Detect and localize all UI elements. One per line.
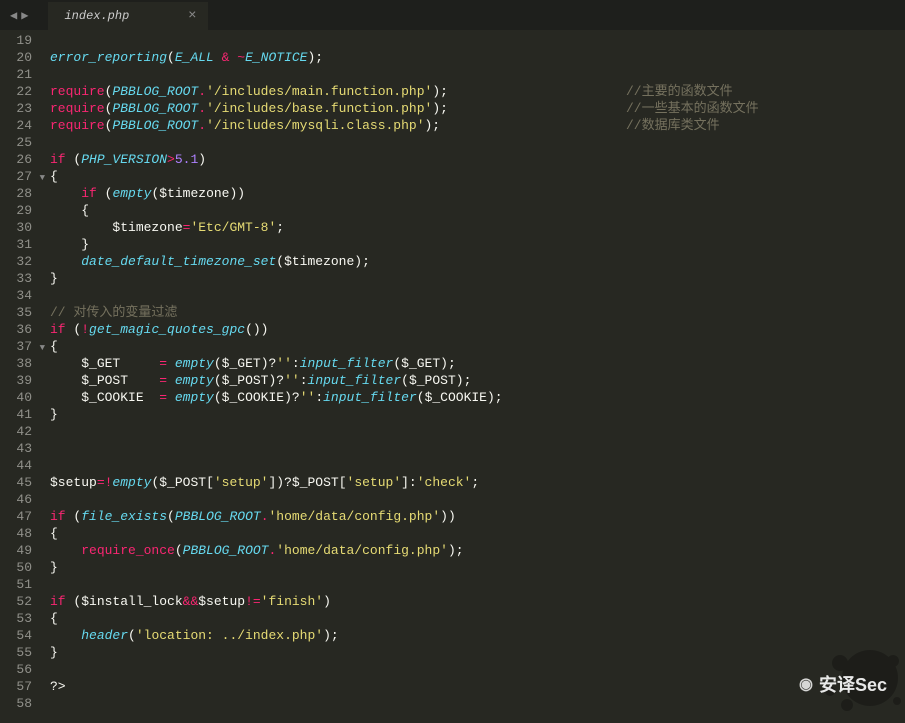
code-line bbox=[50, 134, 905, 151]
nav-forward-icon[interactable]: ▶ bbox=[21, 8, 28, 23]
code-line: $timezone='Etc/GMT-8'; bbox=[50, 219, 905, 236]
code-line bbox=[50, 66, 905, 83]
code-line: } bbox=[50, 406, 905, 423]
code-line: if (PHP_VERSION>5.1) bbox=[50, 151, 905, 168]
code-line: { bbox=[50, 338, 905, 355]
code-line: error_reporting(E_ALL & ~E_NOTICE); bbox=[50, 49, 905, 66]
code-line: $setup=!empty($_POST['setup'])?$_POST['s… bbox=[50, 474, 905, 491]
code-line: } bbox=[50, 644, 905, 661]
code-line: require_once(PBBLOG_ROOT.'home/data/conf… bbox=[50, 542, 905, 559]
code-line: { bbox=[50, 610, 905, 627]
code-line: require(PBBLOG_ROOT.'/includes/base.func… bbox=[50, 100, 905, 117]
watermark-text: 安译Sec bbox=[819, 671, 887, 697]
code-line: } bbox=[50, 270, 905, 287]
code-line bbox=[50, 576, 905, 593]
code-line: // 对传入的变量过滤 bbox=[50, 304, 905, 321]
code-line: if (file_exists(PBBLOG_ROOT.'home/data/c… bbox=[50, 508, 905, 525]
code-content[interactable]: error_reporting(E_ALL & ~E_NOTICE);requi… bbox=[50, 30, 905, 723]
code-line bbox=[50, 457, 905, 474]
nav-back-icon[interactable]: ◀ bbox=[10, 8, 17, 23]
code-line bbox=[50, 423, 905, 440]
code-line: date_default_timezone_set($timezone); bbox=[50, 253, 905, 270]
code-line bbox=[50, 661, 905, 678]
line-number-gutter: 192021222324252627▼28293031323334353637▼… bbox=[0, 30, 50, 723]
code-line: ?> bbox=[50, 678, 905, 695]
code-line: { bbox=[50, 168, 905, 185]
editor-area: 192021222324252627▼28293031323334353637▼… bbox=[0, 30, 905, 723]
code-line: if (empty($timezone)) bbox=[50, 185, 905, 202]
code-line: require(PBBLOG_ROOT.'/includes/main.func… bbox=[50, 83, 905, 100]
code-line: $_POST = empty($_POST)?'':input_filter($… bbox=[50, 372, 905, 389]
code-line: $_COOKIE = empty($_COOKIE)?'':input_filt… bbox=[50, 389, 905, 406]
code-line bbox=[50, 440, 905, 457]
code-line bbox=[50, 695, 905, 712]
fold-marker-icon[interactable]: ▼ bbox=[40, 340, 45, 357]
title-bar: ◀ ▶ index.php × bbox=[0, 0, 905, 30]
code-line: { bbox=[50, 525, 905, 542]
watermark: ◉ 安译Sec bbox=[799, 671, 887, 697]
code-line bbox=[50, 32, 905, 49]
fold-marker-icon[interactable]: ▼ bbox=[40, 170, 45, 187]
code-line: { bbox=[50, 202, 905, 219]
code-line: if (!get_magic_quotes_gpc()) bbox=[50, 321, 905, 338]
file-tab[interactable]: index.php × bbox=[48, 2, 208, 30]
nav-arrows: ◀ ▶ bbox=[10, 8, 28, 23]
code-line: if ($install_lock&&$setup!='finish') bbox=[50, 593, 905, 610]
code-line: require(PBBLOG_ROOT.'/includes/mysqli.cl… bbox=[50, 117, 905, 134]
code-line bbox=[50, 287, 905, 304]
code-line: } bbox=[50, 559, 905, 576]
code-line: } bbox=[50, 236, 905, 253]
code-line: $_GET = empty($_GET)?'':input_filter($_G… bbox=[50, 355, 905, 372]
code-line: header('location: ../index.php'); bbox=[50, 627, 905, 644]
close-icon[interactable]: × bbox=[188, 8, 196, 24]
tab-filename: index.php bbox=[64, 9, 129, 23]
wechat-icon: ◉ bbox=[799, 674, 813, 694]
code-line bbox=[50, 491, 905, 508]
